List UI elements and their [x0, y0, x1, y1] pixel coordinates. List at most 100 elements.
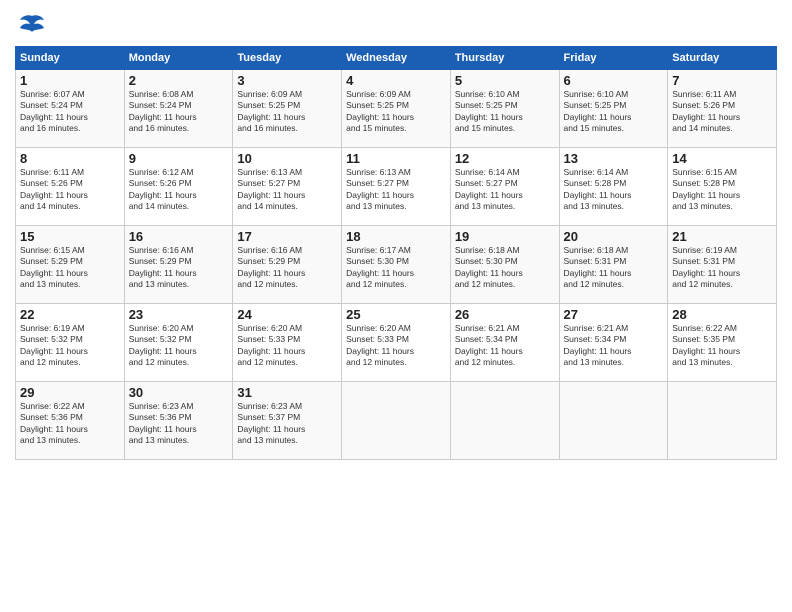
calendar-cell: 10Sunrise: 6:13 AMSunset: 5:27 PMDayligh…	[233, 148, 342, 226]
day-number: 3	[237, 73, 337, 88]
day-number: 11	[346, 151, 446, 166]
calendar-week-row: 22Sunrise: 6:19 AMSunset: 5:32 PMDayligh…	[16, 304, 777, 382]
calendar-cell: 5Sunrise: 6:10 AMSunset: 5:25 PMDaylight…	[450, 70, 559, 148]
calendar-cell: 20Sunrise: 6:18 AMSunset: 5:31 PMDayligh…	[559, 226, 668, 304]
day-number: 30	[129, 385, 229, 400]
calendar-cell: 18Sunrise: 6:17 AMSunset: 5:30 PMDayligh…	[342, 226, 451, 304]
calendar-header-tuesday: Tuesday	[233, 47, 342, 70]
day-number: 2	[129, 73, 229, 88]
day-number: 22	[20, 307, 120, 322]
calendar-header-row: SundayMondayTuesdayWednesdayThursdayFrid…	[16, 47, 777, 70]
calendar-cell: 21Sunrise: 6:19 AMSunset: 5:31 PMDayligh…	[668, 226, 777, 304]
day-number: 25	[346, 307, 446, 322]
calendar-cell: 8Sunrise: 6:11 AMSunset: 5:26 PMDaylight…	[16, 148, 125, 226]
calendar-week-row: 1Sunrise: 6:07 AMSunset: 5:24 PMDaylight…	[16, 70, 777, 148]
calendar-cell: 22Sunrise: 6:19 AMSunset: 5:32 PMDayligh…	[16, 304, 125, 382]
day-info: Sunrise: 6:20 AMSunset: 5:33 PMDaylight:…	[346, 323, 446, 369]
calendar-cell: 28Sunrise: 6:22 AMSunset: 5:35 PMDayligh…	[668, 304, 777, 382]
day-number: 20	[564, 229, 664, 244]
day-number: 10	[237, 151, 337, 166]
day-number: 17	[237, 229, 337, 244]
day-number: 8	[20, 151, 120, 166]
calendar-cell	[342, 382, 451, 460]
calendar-cell: 11Sunrise: 6:13 AMSunset: 5:27 PMDayligh…	[342, 148, 451, 226]
calendar-cell: 19Sunrise: 6:18 AMSunset: 5:30 PMDayligh…	[450, 226, 559, 304]
calendar-cell: 3Sunrise: 6:09 AMSunset: 5:25 PMDaylight…	[233, 70, 342, 148]
day-info: Sunrise: 6:22 AMSunset: 5:36 PMDaylight:…	[20, 401, 120, 447]
calendar-cell: 17Sunrise: 6:16 AMSunset: 5:29 PMDayligh…	[233, 226, 342, 304]
calendar-cell: 26Sunrise: 6:21 AMSunset: 5:34 PMDayligh…	[450, 304, 559, 382]
day-info: Sunrise: 6:22 AMSunset: 5:35 PMDaylight:…	[672, 323, 772, 369]
day-info: Sunrise: 6:16 AMSunset: 5:29 PMDaylight:…	[129, 245, 229, 291]
calendar-header-sunday: Sunday	[16, 47, 125, 70]
day-number: 31	[237, 385, 337, 400]
logo-bird-icon	[18, 10, 46, 38]
day-info: Sunrise: 6:19 AMSunset: 5:32 PMDaylight:…	[20, 323, 120, 369]
header	[15, 10, 777, 38]
calendar-cell: 12Sunrise: 6:14 AMSunset: 5:27 PMDayligh…	[450, 148, 559, 226]
day-info: Sunrise: 6:18 AMSunset: 5:30 PMDaylight:…	[455, 245, 555, 291]
page: SundayMondayTuesdayWednesdayThursdayFrid…	[0, 0, 792, 612]
day-info: Sunrise: 6:13 AMSunset: 5:27 PMDaylight:…	[237, 167, 337, 213]
day-number: 23	[129, 307, 229, 322]
day-info: Sunrise: 6:08 AMSunset: 5:24 PMDaylight:…	[129, 89, 229, 135]
calendar-week-row: 8Sunrise: 6:11 AMSunset: 5:26 PMDaylight…	[16, 148, 777, 226]
calendar-header-wednesday: Wednesday	[342, 47, 451, 70]
day-number: 19	[455, 229, 555, 244]
day-info: Sunrise: 6:12 AMSunset: 5:26 PMDaylight:…	[129, 167, 229, 213]
day-number: 18	[346, 229, 446, 244]
calendar-cell: 25Sunrise: 6:20 AMSunset: 5:33 PMDayligh…	[342, 304, 451, 382]
calendar-table: SundayMondayTuesdayWednesdayThursdayFrid…	[15, 46, 777, 460]
day-info: Sunrise: 6:14 AMSunset: 5:27 PMDaylight:…	[455, 167, 555, 213]
calendar-cell: 23Sunrise: 6:20 AMSunset: 5:32 PMDayligh…	[124, 304, 233, 382]
calendar-header-saturday: Saturday	[668, 47, 777, 70]
day-info: Sunrise: 6:09 AMSunset: 5:25 PMDaylight:…	[237, 89, 337, 135]
day-info: Sunrise: 6:21 AMSunset: 5:34 PMDaylight:…	[455, 323, 555, 369]
day-number: 7	[672, 73, 772, 88]
day-number: 1	[20, 73, 120, 88]
day-number: 26	[455, 307, 555, 322]
calendar-cell: 4Sunrise: 6:09 AMSunset: 5:25 PMDaylight…	[342, 70, 451, 148]
calendar-header-thursday: Thursday	[450, 47, 559, 70]
calendar-cell	[450, 382, 559, 460]
calendar-header-friday: Friday	[559, 47, 668, 70]
day-number: 14	[672, 151, 772, 166]
calendar-week-row: 29Sunrise: 6:22 AMSunset: 5:36 PMDayligh…	[16, 382, 777, 460]
day-number: 6	[564, 73, 664, 88]
day-info: Sunrise: 6:18 AMSunset: 5:31 PMDaylight:…	[564, 245, 664, 291]
calendar-cell: 24Sunrise: 6:20 AMSunset: 5:33 PMDayligh…	[233, 304, 342, 382]
day-info: Sunrise: 6:07 AMSunset: 5:24 PMDaylight:…	[20, 89, 120, 135]
day-info: Sunrise: 6:11 AMSunset: 5:26 PMDaylight:…	[672, 89, 772, 135]
day-info: Sunrise: 6:15 AMSunset: 5:29 PMDaylight:…	[20, 245, 120, 291]
calendar-cell: 27Sunrise: 6:21 AMSunset: 5:34 PMDayligh…	[559, 304, 668, 382]
day-info: Sunrise: 6:14 AMSunset: 5:28 PMDaylight:…	[564, 167, 664, 213]
calendar-cell: 31Sunrise: 6:23 AMSunset: 5:37 PMDayligh…	[233, 382, 342, 460]
logo	[15, 10, 46, 38]
day-info: Sunrise: 6:13 AMSunset: 5:27 PMDaylight:…	[346, 167, 446, 213]
day-info: Sunrise: 6:20 AMSunset: 5:32 PMDaylight:…	[129, 323, 229, 369]
calendar-week-row: 15Sunrise: 6:15 AMSunset: 5:29 PMDayligh…	[16, 226, 777, 304]
day-info: Sunrise: 6:21 AMSunset: 5:34 PMDaylight:…	[564, 323, 664, 369]
day-info: Sunrise: 6:09 AMSunset: 5:25 PMDaylight:…	[346, 89, 446, 135]
calendar-cell: 7Sunrise: 6:11 AMSunset: 5:26 PMDaylight…	[668, 70, 777, 148]
calendar-cell: 13Sunrise: 6:14 AMSunset: 5:28 PMDayligh…	[559, 148, 668, 226]
calendar-cell	[668, 382, 777, 460]
day-number: 16	[129, 229, 229, 244]
day-info: Sunrise: 6:10 AMSunset: 5:25 PMDaylight:…	[455, 89, 555, 135]
day-info: Sunrise: 6:20 AMSunset: 5:33 PMDaylight:…	[237, 323, 337, 369]
calendar-cell: 2Sunrise: 6:08 AMSunset: 5:24 PMDaylight…	[124, 70, 233, 148]
calendar-cell: 15Sunrise: 6:15 AMSunset: 5:29 PMDayligh…	[16, 226, 125, 304]
day-info: Sunrise: 6:10 AMSunset: 5:25 PMDaylight:…	[564, 89, 664, 135]
calendar-cell	[559, 382, 668, 460]
calendar-cell: 29Sunrise: 6:22 AMSunset: 5:36 PMDayligh…	[16, 382, 125, 460]
day-number: 21	[672, 229, 772, 244]
day-info: Sunrise: 6:23 AMSunset: 5:36 PMDaylight:…	[129, 401, 229, 447]
day-info: Sunrise: 6:23 AMSunset: 5:37 PMDaylight:…	[237, 401, 337, 447]
day-number: 9	[129, 151, 229, 166]
day-number: 13	[564, 151, 664, 166]
calendar-cell: 30Sunrise: 6:23 AMSunset: 5:36 PMDayligh…	[124, 382, 233, 460]
day-number: 4	[346, 73, 446, 88]
day-number: 29	[20, 385, 120, 400]
day-info: Sunrise: 6:19 AMSunset: 5:31 PMDaylight:…	[672, 245, 772, 291]
day-number: 15	[20, 229, 120, 244]
